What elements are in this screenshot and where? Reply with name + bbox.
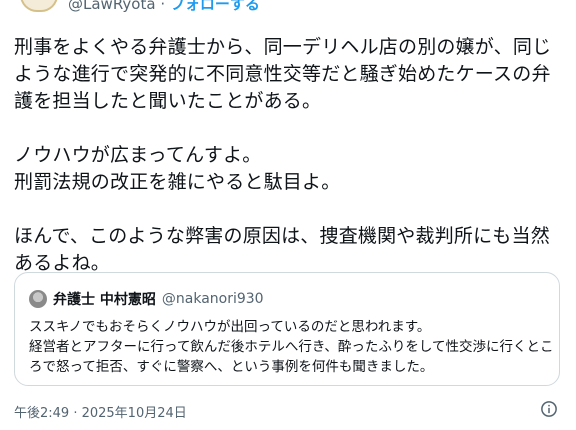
follow-button[interactable]: フォローする bbox=[170, 0, 260, 13]
quote-header: 弁護士 中村憲昭 @nakanori930 bbox=[29, 289, 264, 309]
quote-author-name: 弁護士 中村憲昭 bbox=[53, 292, 156, 308]
quote-text: ススキノでもおそらくノウハウが出回っているのだと思われます。 経営者とアフターに… bbox=[29, 319, 554, 375]
timestamp[interactable]: 午後2:49 · 2025年10月24日 bbox=[14, 402, 187, 421]
quote-avatar bbox=[29, 290, 47, 308]
tweet-text: 刑事をよくやる弁護士から、同一デリヘル店の別の嬢が、同じような進行で突発的に不同… bbox=[14, 36, 552, 274]
quoted-tweet[interactable]: 弁護士 中村憲昭 @nakanori930 ススキノでもおそらくノウハウが出回っ… bbox=[14, 272, 560, 386]
author-handle[interactable]: @LawRyota bbox=[68, 0, 156, 13]
author-avatar[interactable] bbox=[20, 0, 58, 12]
quote-author-handle: @nakanori930 bbox=[161, 291, 264, 307]
separator: · bbox=[155, 0, 170, 13]
author-handle-line: @LawRyota · フォローする bbox=[68, 0, 260, 14]
info-icon[interactable] bbox=[540, 400, 558, 418]
